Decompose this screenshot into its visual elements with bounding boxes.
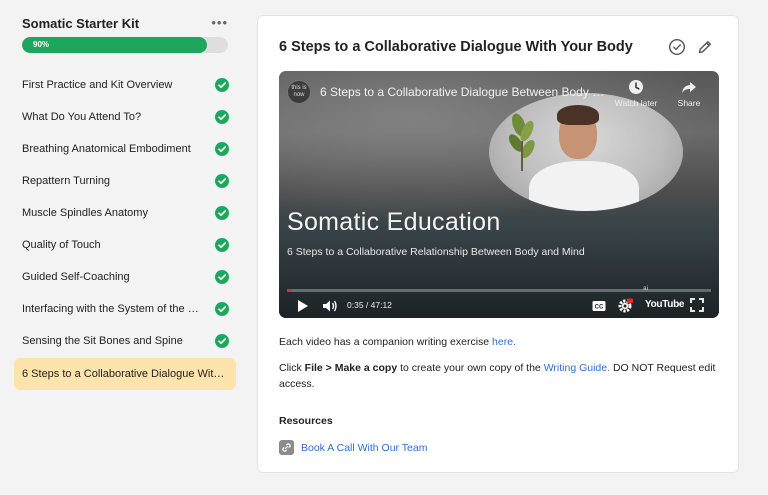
pencil-icon[interactable]: [696, 38, 714, 56]
writing-guide-link[interactable]: Writing Guide.: [544, 362, 610, 374]
course-progress-fill: 90%: [22, 37, 208, 53]
lesson-item[interactable]: Interfacing with the System of the Body: [14, 293, 236, 325]
lesson-item[interactable]: Sensing the Sit Bones and Spine: [14, 325, 236, 357]
lesson-title: 6 Steps to a Collaborative Dialogue With…: [279, 39, 633, 55]
lesson-item[interactable]: What Do You Attend To?: [14, 101, 236, 133]
lesson-list: First Practice and Kit Overview What Do …: [14, 69, 236, 390]
companion-exercise-text: Each video has a companion writing exerc…: [279, 334, 516, 350]
companion-exercise-link[interactable]: here.: [492, 336, 516, 348]
sidebar-header: Somatic Starter Kit •••: [22, 16, 230, 32]
course-progress-bar: 90%: [22, 37, 228, 53]
copy-bold: File > Make a copy: [304, 362, 398, 374]
fullscreen-icon[interactable]: [690, 298, 704, 312]
video-controls: 0:35 / 47:12 CC ai YouTube: [279, 285, 719, 317]
youtube-logo[interactable]: YouTube: [645, 299, 685, 310]
lesson-item[interactable]: Muscle Spindles Anatomy: [14, 197, 236, 229]
lesson-label: 6 Steps to a Collaborative Dialogue With…: [22, 368, 227, 380]
video-subheading: 6 Steps to a Collaborative Relationship …: [287, 246, 585, 258]
presenter-body: [529, 161, 639, 211]
lesson-item[interactable]: First Practice and Kit Overview: [14, 69, 236, 101]
svg-text:CC: CC: [595, 305, 604, 311]
check-circle-icon[interactable]: [668, 38, 686, 56]
video-time: 0:35 / 47:12: [347, 300, 392, 310]
lesson-label: Repattern Turning: [22, 175, 111, 187]
share-arrow-icon: [682, 82, 696, 93]
channel-avatar[interactable]: this is now: [287, 80, 311, 104]
video-heading: Somatic Education: [287, 208, 501, 236]
lesson-label: Muscle Spindles Anatomy: [22, 207, 148, 219]
lesson-label: First Practice and Kit Overview: [22, 79, 173, 91]
completed-check-icon: [215, 334, 229, 348]
lesson-label: Guided Self-Coaching: [22, 271, 130, 283]
completed-check-icon: [215, 174, 229, 188]
plant-icon: [508, 113, 535, 171]
copy-instructions-text: Click File > Make a copy to create your …: [279, 360, 719, 392]
completed-check-icon: [215, 302, 229, 316]
watch-later-button[interactable]: Watch later: [611, 79, 661, 108]
ai-badge: ai: [643, 285, 649, 292]
link-icon: [279, 440, 294, 455]
lesson-label: Breathing Anatomical Embodiment: [22, 143, 191, 155]
lesson-label: What Do You Attend To?: [22, 111, 142, 123]
copy-prefix: Click: [279, 362, 305, 374]
presenter-hair: [557, 105, 599, 125]
video-player[interactable]: this is now 6 Steps to a Collaborative D…: [279, 71, 719, 318]
settings-gear-icon[interactable]: [617, 298, 633, 314]
lesson-label: Sensing the Sit Bones and Spine: [22, 335, 183, 347]
watch-later-label: Watch later: [614, 98, 658, 108]
lesson-item[interactable]: Guided Self-Coaching: [14, 261, 236, 293]
share-button[interactable]: Share: [671, 79, 707, 108]
course-sidebar: Somatic Starter Kit ••• 90% First Practi…: [0, 0, 245, 495]
course-title: Somatic Starter Kit: [22, 16, 140, 31]
companion-prefix: Each video has a companion writing exerc…: [279, 336, 493, 348]
lesson-item[interactable]: Quality of Touch: [14, 229, 236, 261]
lesson-content-card: 6 Steps to a Collaborative Dialogue With…: [257, 15, 739, 473]
volume-icon[interactable]: [322, 298, 338, 314]
resources-heading: Resources: [279, 415, 333, 427]
lesson-item-active[interactable]: 6 Steps to a Collaborative Dialogue With…: [14, 358, 236, 390]
completed-check-icon: [215, 110, 229, 124]
play-icon[interactable]: [296, 298, 310, 314]
completed-check-icon: [215, 206, 229, 220]
clock-icon: [629, 80, 643, 94]
lesson-label: Interfacing with the System of the Body: [22, 303, 205, 315]
book-call-link[interactable]: Book A Call With Our Team: [301, 442, 427, 454]
resource-item[interactable]: Book A Call With Our Team: [279, 440, 427, 455]
share-label: Share: [677, 98, 701, 108]
video-seek-fill: [287, 289, 293, 292]
captions-icon[interactable]: CC: [591, 298, 607, 314]
completed-check-icon: [215, 270, 229, 284]
completed-check-icon: [215, 78, 229, 92]
completed-check-icon: [215, 142, 229, 156]
completed-check-icon: [215, 238, 229, 252]
more-options-icon[interactable]: •••: [211, 16, 228, 30]
copy-middle: to create your own copy of the: [397, 362, 544, 374]
video-title[interactable]: 6 Steps to a Collaborative Dialogue Betw…: [320, 85, 610, 99]
lesson-item[interactable]: Breathing Anatomical Embodiment: [14, 133, 236, 165]
lesson-label: Quality of Touch: [22, 239, 101, 251]
video-presenter-frame: [489, 93, 683, 211]
lesson-item[interactable]: Repattern Turning: [14, 165, 236, 197]
